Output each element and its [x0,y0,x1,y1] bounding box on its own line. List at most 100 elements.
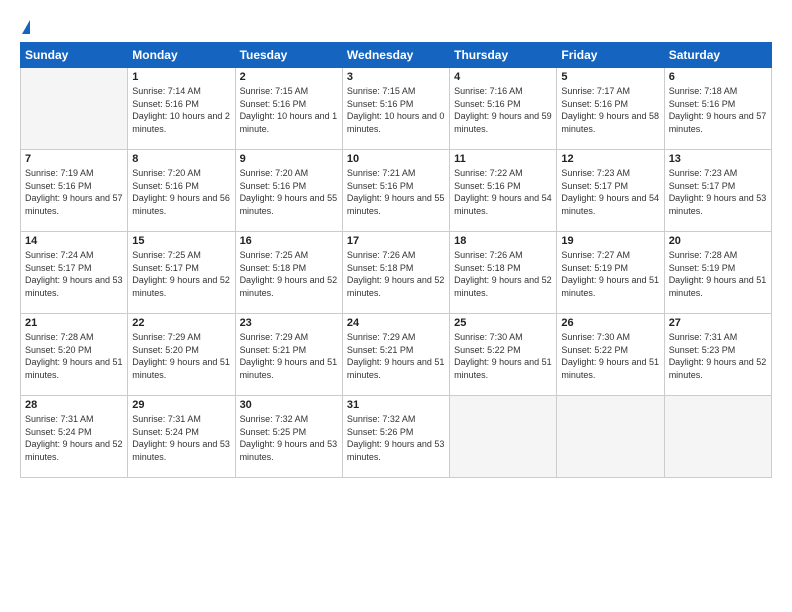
day-number: 23 [240,317,338,329]
calendar-cell: 2 Sunrise: 7:15 AMSunset: 5:16 PMDaylight… [235,68,342,150]
cell-content: Sunrise: 7:25 AMSunset: 5:17 PMDaylight:… [132,249,230,299]
cell-content: Sunrise: 7:31 AMSunset: 5:23 PMDaylight:… [669,331,767,381]
page: SundayMondayTuesdayWednesdayThursdayFrid… [0,0,792,612]
calendar-cell: 5 Sunrise: 7:17 AMSunset: 5:16 PMDaylight… [557,68,664,150]
calendar-cell [664,396,771,478]
day-number: 1 [132,71,230,83]
calendar-cell: 15 Sunrise: 7:25 AMSunset: 5:17 PMDayligh… [128,232,235,314]
calendar: SundayMondayTuesdayWednesdayThursdayFrid… [20,42,772,478]
cell-content: Sunrise: 7:32 AMSunset: 5:26 PMDaylight:… [347,413,445,463]
day-number: 6 [669,71,767,83]
day-number: 25 [454,317,552,329]
cell-content: Sunrise: 7:14 AMSunset: 5:16 PMDaylight:… [132,85,230,135]
cell-content: Sunrise: 7:29 AMSunset: 5:20 PMDaylight:… [132,331,230,381]
day-number: 27 [669,317,767,329]
cell-content: Sunrise: 7:32 AMSunset: 5:25 PMDaylight:… [240,413,338,463]
cell-content: Sunrise: 7:26 AMSunset: 5:18 PMDaylight:… [454,249,552,299]
calendar-cell: 14Sunrise: 7:24 AMSunset: 5:17 PMDayligh… [21,232,128,314]
calendar-cell: 26 Sunrise: 7:30 AMSunset: 5:22 PMDayligh… [557,314,664,396]
calendar-cell: 27 Sunrise: 7:31 AMSunset: 5:23 PMDayligh… [664,314,771,396]
calendar-header-wednesday: Wednesday [342,43,449,68]
calendar-cell: 3 Sunrise: 7:15 AMSunset: 5:16 PMDaylight… [342,68,449,150]
calendar-cell: 11 Sunrise: 7:22 AMSunset: 5:16 PMDayligh… [450,150,557,232]
cell-content: Sunrise: 7:27 AMSunset: 5:19 PMDaylight:… [561,249,659,299]
calendar-cell: 31 Sunrise: 7:32 AMSunset: 5:26 PMDayligh… [342,396,449,478]
day-number: 15 [132,235,230,247]
day-number: 5 [561,71,659,83]
calendar-cell: 7Sunrise: 7:19 AMSunset: 5:16 PMDaylight… [21,150,128,232]
calendar-week-row: 28 Sunrise: 7:31 AMSunset: 5:24 PMDayligh… [21,396,772,478]
day-number: 11 [454,153,552,165]
calendar-header-monday: Monday [128,43,235,68]
calendar-header-sunday: Sunday [21,43,128,68]
logo-triangle-icon [22,20,30,34]
day-number: 2 [240,71,338,83]
day-number: 19 [561,235,659,247]
calendar-cell: 13Sunrise: 7:23 AMSunset: 5:17 PMDayligh… [664,150,771,232]
calendar-cell: 22 Sunrise: 7:29 AMSunset: 5:20 PMDayligh… [128,314,235,396]
cell-content: Sunrise: 7:31 AMSunset: 5:24 PMDaylight:… [25,413,123,463]
calendar-cell [450,396,557,478]
calendar-week-row: 21Sunrise: 7:28 AMSunset: 5:20 PMDayligh… [21,314,772,396]
cell-content: Sunrise: 7:15 AMSunset: 5:16 PMDaylight:… [347,85,445,135]
cell-content: Sunrise: 7:18 AMSunset: 5:16 PMDaylight:… [669,85,767,135]
cell-content: Sunrise: 7:17 AMSunset: 5:16 PMDaylight:… [561,85,659,135]
day-number: 17 [347,235,445,247]
calendar-cell: 10 Sunrise: 7:21 AMSunset: 5:16 PMDayligh… [342,150,449,232]
day-number: 9 [240,153,338,165]
calendar-cell: 16 Sunrise: 7:25 AMSunset: 5:18 PMDayligh… [235,232,342,314]
calendar-cell: 1 Sunrise: 7:14 AMSunset: 5:16 PMDaylight… [128,68,235,150]
logo [20,20,30,34]
day-number: 7 [25,153,123,165]
calendar-week-row: 1 Sunrise: 7:14 AMSunset: 5:16 PMDaylight… [21,68,772,150]
cell-content: Sunrise: 7:21 AMSunset: 5:16 PMDaylight:… [347,167,445,217]
calendar-cell: 21Sunrise: 7:28 AMSunset: 5:20 PMDayligh… [21,314,128,396]
header [20,16,772,34]
cell-content: Sunrise: 7:16 AMSunset: 5:16 PMDaylight:… [454,85,552,135]
cell-content: Sunrise: 7:24 AMSunset: 5:17 PMDaylight:… [25,249,123,299]
calendar-cell: 17 Sunrise: 7:26 AMSunset: 5:18 PMDayligh… [342,232,449,314]
day-number: 12 [561,153,659,165]
calendar-header-tuesday: Tuesday [235,43,342,68]
day-number: 16 [240,235,338,247]
calendar-cell [557,396,664,478]
cell-content: Sunrise: 7:30 AMSunset: 5:22 PMDaylight:… [561,331,659,381]
cell-content: Sunrise: 7:23 AMSunset: 5:17 PMDaylight:… [561,167,659,217]
cell-content: Sunrise: 7:28 AMSunset: 5:20 PMDaylight:… [25,331,123,381]
calendar-header-friday: Friday [557,43,664,68]
day-number: 29 [132,399,230,411]
cell-content: Sunrise: 7:28 AMSunset: 5:19 PMDaylight:… [669,249,767,299]
day-number: 8 [132,153,230,165]
calendar-cell: 9Sunrise: 7:20 AMSunset: 5:16 PMDaylight… [235,150,342,232]
day-number: 22 [132,317,230,329]
cell-content: Sunrise: 7:22 AMSunset: 5:16 PMDaylight:… [454,167,552,217]
calendar-cell: 24 Sunrise: 7:29 AMSunset: 5:21 PMDayligh… [342,314,449,396]
day-number: 3 [347,71,445,83]
day-number: 10 [347,153,445,165]
day-number: 31 [347,399,445,411]
calendar-cell: 4 Sunrise: 7:16 AMSunset: 5:16 PMDaylight… [450,68,557,150]
cell-content: Sunrise: 7:29 AMSunset: 5:21 PMDaylight:… [347,331,445,381]
cell-content: Sunrise: 7:23 AMSunset: 5:17 PMDaylight:… [669,167,767,217]
calendar-cell [21,68,128,150]
cell-content: Sunrise: 7:31 AMSunset: 5:24 PMDaylight:… [132,413,230,463]
calendar-cell: 6 Sunrise: 7:18 AMSunset: 5:16 PMDaylight… [664,68,771,150]
day-number: 4 [454,71,552,83]
day-number: 18 [454,235,552,247]
day-number: 24 [347,317,445,329]
cell-content: Sunrise: 7:30 AMSunset: 5:22 PMDaylight:… [454,331,552,381]
day-number: 28 [25,399,123,411]
calendar-cell: 19 Sunrise: 7:27 AMSunset: 5:19 PMDayligh… [557,232,664,314]
calendar-cell: 28 Sunrise: 7:31 AMSunset: 5:24 PMDayligh… [21,396,128,478]
cell-content: Sunrise: 7:15 AMSunset: 5:16 PMDaylight:… [240,85,338,135]
calendar-header-saturday: Saturday [664,43,771,68]
cell-content: Sunrise: 7:26 AMSunset: 5:18 PMDaylight:… [347,249,445,299]
calendar-cell: 18 Sunrise: 7:26 AMSunset: 5:18 PMDayligh… [450,232,557,314]
day-number: 30 [240,399,338,411]
calendar-cell: 12 Sunrise: 7:23 AMSunset: 5:17 PMDayligh… [557,150,664,232]
cell-content: Sunrise: 7:29 AMSunset: 5:21 PMDaylight:… [240,331,338,381]
calendar-cell: 8Sunrise: 7:20 AMSunset: 5:16 PMDaylight… [128,150,235,232]
day-number: 26 [561,317,659,329]
calendar-cell: 29 Sunrise: 7:31 AMSunset: 5:24 PMDayligh… [128,396,235,478]
cell-content: Sunrise: 7:25 AMSunset: 5:18 PMDaylight:… [240,249,338,299]
